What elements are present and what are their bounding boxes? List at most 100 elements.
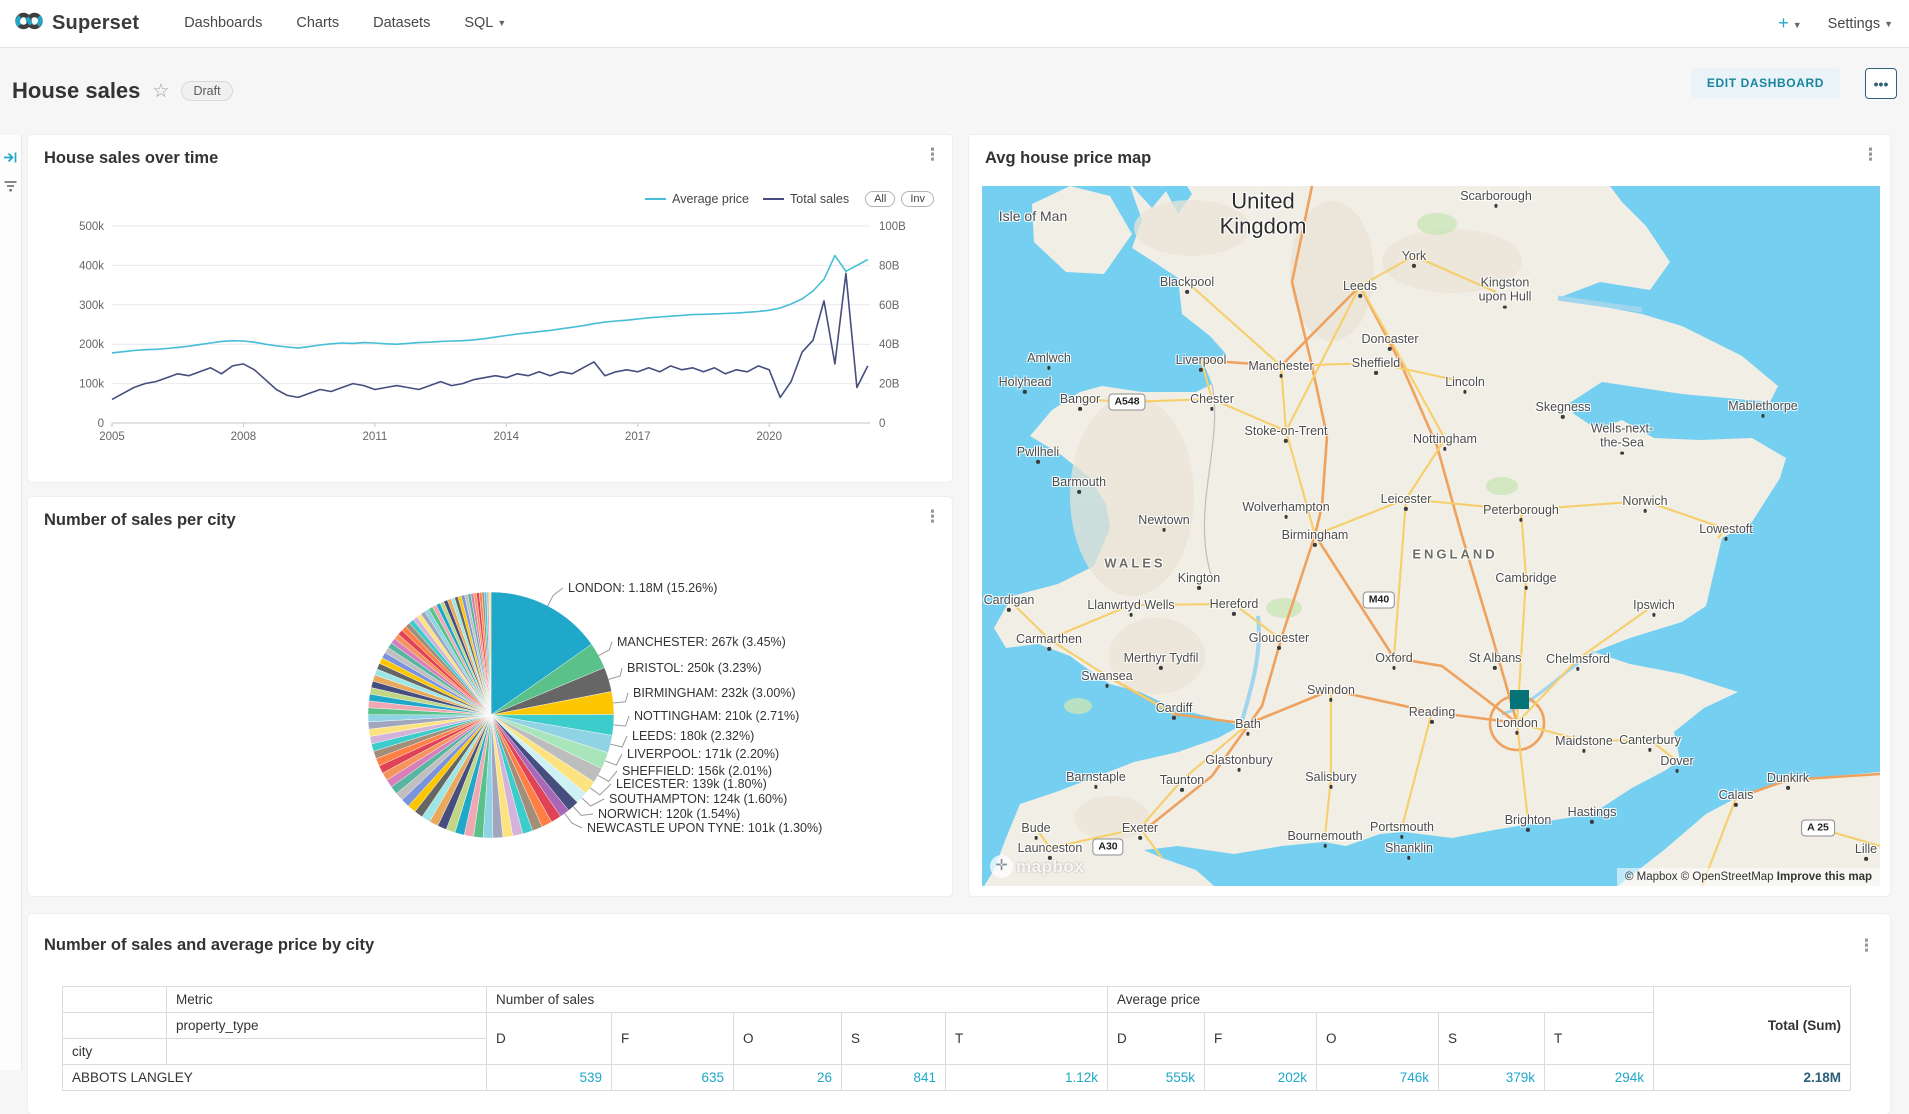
legend-all-button[interactable]: All — [865, 191, 895, 207]
pie-slice-label: NORWICH: 120k (1.54%) — [598, 807, 740, 821]
chart-menu-kebab-icon[interactable]: ⋮ — [924, 145, 940, 165]
legend-swatch — [645, 198, 666, 200]
pie-chart[interactable] — [28, 497, 952, 896]
map-label: Maidstone — [1555, 734, 1613, 748]
timeseries-chart[interactable]: 00100k20B200k40B300k60B400k80B500k100B20… — [28, 215, 952, 482]
map-label: Glastonbury — [1205, 753, 1272, 767]
add-new-button[interactable]: +▼ — [1778, 13, 1801, 34]
nav-dashboards[interactable]: Dashboards — [167, 0, 279, 48]
legend-item-total-sales[interactable]: Total sales — [763, 192, 849, 206]
col-header-o: O — [734, 1013, 842, 1065]
col-header-f: F — [612, 1013, 734, 1065]
london-price-marker[interactable] — [1510, 690, 1529, 709]
road-badge: A 25 — [1801, 820, 1835, 837]
filter-funnel-icon[interactable] — [3, 178, 18, 198]
map-label: Birmingham — [1282, 528, 1349, 542]
expand-filters-icon[interactable] — [3, 150, 18, 170]
svg-text:500k: 500k — [79, 221, 104, 233]
map-label: Kingstonupon Hull — [1479, 276, 1532, 305]
table-row: ABBOTS LANGLEY539635268411.12k555k202k74… — [63, 1065, 1851, 1091]
col-header-o: O — [1317, 1013, 1439, 1065]
nav-datasets[interactable]: Datasets — [356, 0, 447, 48]
pie-slice-label: NOTTINGHAM: 210k (2.71%) — [634, 709, 799, 723]
chart-menu-kebab-icon[interactable]: ⋮ — [924, 507, 940, 527]
favorite-star-icon[interactable]: ☆ — [152, 80, 169, 103]
mapbox-map[interactable]: UnitedKingdomIsle of ManScarboroughBlack… — [982, 186, 1880, 886]
chart-panel-sales-per-city: LONDON: 1.18M (15.26%)MANCHESTER: 267k (… — [28, 497, 952, 896]
dashboard-more-button[interactable]: ••• — [1865, 68, 1897, 99]
map-label: Isle of Man — [999, 208, 1067, 224]
chart-title: Number of sales per city — [44, 511, 236, 530]
legend-inv-button[interactable]: Inv — [901, 191, 934, 207]
pie-slice-label: LONDON: 1.18M (15.26%) — [568, 581, 717, 595]
map-label: WALES — [1104, 557, 1165, 572]
chart-menu-kebab-icon[interactable]: ⋮ — [1862, 145, 1878, 165]
chart-menu-kebab-icon[interactable]: ⋮ — [1858, 936, 1874, 956]
map-label: Barmouth — [1052, 475, 1106, 489]
map-label: Bude — [1021, 821, 1050, 835]
settings-menu[interactable]: Settings▼ — [1828, 16, 1893, 32]
svg-text:20B: 20B — [879, 379, 900, 391]
edit-dashboard-button[interactable]: EDIT DASHBOARD — [1691, 68, 1840, 98]
nav-sql[interactable]: SQL▼ — [447, 0, 523, 48]
col-header-t: T — [946, 1013, 1108, 1065]
superset-dashboard: { "navbar": { "brand": "Superset", "item… — [0, 0, 1909, 1070]
map-label: Peterborough — [1483, 503, 1559, 517]
svg-text:2017: 2017 — [625, 431, 651, 443]
map-label: Llanwrtyd Wells — [1087, 598, 1174, 612]
chevron-down-icon: ▼ — [1884, 19, 1893, 29]
map-label: Wolverhampton — [1242, 500, 1329, 514]
map-label: Cardiff — [1156, 701, 1193, 715]
pie-slice-label: SOUTHAMPTON: 124k (1.60%) — [609, 792, 787, 806]
map-label: Bangor — [1060, 392, 1100, 406]
map-label: UnitedKingdom — [1220, 189, 1307, 240]
map-label: Amlwch — [1027, 351, 1071, 365]
superset-logo[interactable]: Superset — [14, 6, 139, 41]
col-header-f: F — [1205, 1013, 1317, 1065]
improve-map-link[interactable]: Improve this map — [1777, 871, 1872, 883]
map-label: Merthyr Tydfil — [1124, 651, 1199, 665]
map-label: York — [1402, 249, 1427, 263]
pie-slice-label: BRISTOL: 250k (3.23%) — [627, 661, 762, 675]
nav-charts[interactable]: Charts — [279, 0, 356, 48]
map-label: Swansea — [1081, 669, 1132, 683]
legend-item-average-price[interactable]: Average price — [645, 192, 749, 206]
mapbox-logo[interactable]: ✛ mapbox — [990, 855, 1084, 878]
svg-text:0: 0 — [98, 418, 104, 430]
map-label: Skegness — [1536, 400, 1591, 414]
map-label: Holyhead — [999, 375, 1052, 389]
map-label: Mablethorpe — [1728, 399, 1798, 413]
map-label: ENGLAND — [1412, 548, 1497, 563]
filter-bar-collapsed — [0, 135, 22, 1070]
svg-text:2014: 2014 — [494, 431, 520, 443]
svg-text:100B: 100B — [879, 221, 906, 233]
blank-cell — [167, 1039, 487, 1065]
navbar-right: +▼ Settings▼ — [1778, 0, 1893, 47]
map-label: Cardigan — [984, 593, 1035, 607]
svg-text:2005: 2005 — [99, 431, 125, 443]
average-price-group-header: Average price — [1108, 987, 1654, 1013]
page-title: House sales — [12, 78, 140, 104]
map-label: Stoke-on-Trent — [1245, 424, 1328, 438]
map-label: Bournemouth — [1287, 829, 1362, 843]
map-attribution: © Mapbox © OpenStreetMap Improve this ma… — [1617, 868, 1880, 886]
map-label: Kington — [1178, 571, 1220, 585]
map-label: Shanklin — [1385, 841, 1433, 855]
map-label: Scarborough — [1460, 189, 1532, 203]
svg-text:2008: 2008 — [231, 431, 257, 443]
chevron-down-icon: ▼ — [497, 0, 506, 47]
map-label: Liverpool — [1176, 353, 1227, 367]
map-label: Sheffield — [1352, 356, 1400, 370]
map-label: Lille — [1855, 842, 1877, 856]
chart-title: Avg house price map — [985, 149, 1151, 168]
dashboard-header: House sales ☆ Draft EDIT DASHBOARD ••• — [0, 47, 1909, 135]
metric-header: Metric — [167, 987, 487, 1013]
map-label: Leeds — [1343, 279, 1377, 293]
map-label: Reading — [1409, 705, 1456, 719]
pie-slice-label: LEEDS: 180k (2.32%) — [632, 729, 754, 743]
chart-panel-house-sales-over-time: House sales over time ⋮ Average price To… — [28, 135, 952, 482]
table-header-row: Metric Number of sales Average price Tot… — [63, 987, 1851, 1013]
chart-title: House sales over time — [44, 149, 218, 168]
svg-text:300k: 300k — [79, 300, 104, 312]
map-label: Norwich — [1622, 494, 1667, 508]
